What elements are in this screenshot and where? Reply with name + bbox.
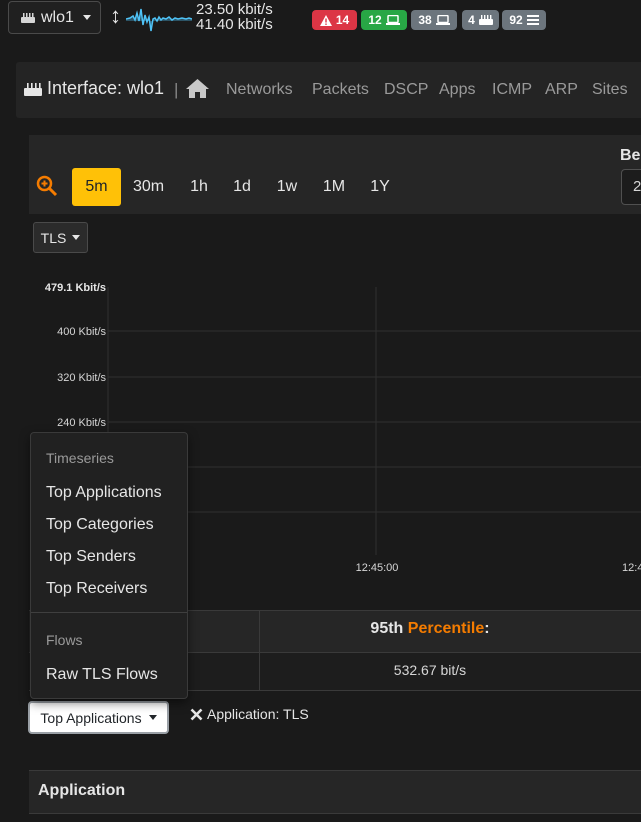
router-icon [21, 12, 35, 23]
alerts-count: 14 [335, 13, 350, 27]
menu-divider [31, 612, 187, 613]
menu-item-top-categories[interactable]: Top Categories [46, 516, 154, 534]
y-tick-label: 400 Kbit/s [57, 326, 106, 338]
chevron-down-icon [148, 715, 157, 720]
top-applications-label: Top Applications [40, 709, 142, 726]
laptop-icon [435, 15, 450, 25]
begin-label: Be [620, 147, 641, 164]
list-icon [526, 15, 539, 25]
application-column-header[interactable]: Application [38, 782, 125, 800]
begin-date-input[interactable]: 2 [621, 169, 641, 205]
menu-header-flows: Flows [46, 632, 83, 648]
percentile-accent: Percentile [407, 620, 485, 637]
timeframe-1w[interactable]: 1w [268, 168, 306, 206]
traffic-sparkline [126, 8, 192, 32]
timeframe-30m[interactable]: 30m [125, 168, 172, 206]
application-filter-tag[interactable]: Application: TLS [190, 706, 309, 722]
percentile-heading: 95th Percentile: [260, 620, 600, 638]
zoom-icon[interactable] [36, 175, 58, 197]
local-hosts-count: 12 [368, 13, 382, 27]
menu-item-top-senders[interactable]: Top Senders [46, 548, 136, 566]
top-applications-dropdown-button[interactable]: Top Applications [28, 701, 169, 734]
remote-hosts-count: 38 [418, 13, 432, 27]
page-title-text: Interface: wlo1 [47, 78, 165, 98]
alerts-badge[interactable]: 14 [312, 10, 357, 30]
up-down-arrow-icon: ↕ [110, 3, 121, 28]
y-tick-label: 240 Kbit/s [57, 417, 106, 429]
interface-dropdown-button[interactable]: wlo1 [8, 1, 101, 34]
interface-name: wlo1 [41, 8, 74, 26]
percentile-value: 532.67 bit/s [393, 662, 467, 678]
local-hosts-badge[interactable]: 12 [361, 10, 407, 30]
flows-count: 92 [509, 13, 523, 27]
timeframe-5m[interactable]: 5m [72, 168, 121, 206]
x-tick-label: 12:4 [622, 562, 641, 574]
nav-separator: | [174, 80, 179, 99]
nav-sites[interactable]: Sites [592, 81, 628, 99]
nav-apps[interactable]: Apps [439, 81, 475, 99]
home-icon[interactable] [185, 78, 210, 99]
close-icon[interactable] [190, 708, 203, 721]
timeframe-1d[interactable]: 1d [224, 168, 260, 206]
rate-up: 23.50 kbit/s [196, 1, 273, 18]
y-tick-label: 320 Kbit/s [57, 372, 106, 384]
timeframe-1M[interactable]: 1M [314, 168, 354, 206]
nav-dscp[interactable]: DSCP [384, 81, 428, 99]
application-filter-label: Application: TLS [207, 706, 309, 722]
router-icon [24, 82, 42, 96]
metric-label: TLS [40, 229, 67, 246]
chevron-down-icon [82, 15, 91, 20]
x-tick-label: 12:45:00 [356, 562, 399, 574]
remote-hosts-badge[interactable]: 38 [411, 10, 457, 30]
nav-arp[interactable]: ARP [545, 81, 578, 99]
nav-packets[interactable]: Packets [312, 81, 369, 99]
nav-networks[interactable]: Networks [226, 81, 293, 99]
percentile-prefix: 95th [370, 620, 408, 637]
percentile-suffix: : [484, 620, 490, 637]
devices-badge[interactable]: 4 [462, 10, 499, 30]
timeframe-1h[interactable]: 1h [180, 168, 218, 206]
menu-item-top-applications[interactable]: Top Applications [46, 484, 162, 502]
router-icon [478, 15, 493, 25]
rate-down: 41.40 kbit/s [196, 16, 273, 33]
flows-badge[interactable]: 92 [502, 10, 546, 30]
traffic-rates: 23.50 kbit/s 41.40 kbit/s [196, 2, 273, 32]
menu-item-raw-tls-flows[interactable]: Raw TLS Flows [46, 666, 158, 684]
laptop-icon [385, 15, 400, 25]
timeframe-1Y[interactable]: 1Y [362, 168, 398, 206]
menu-header-timeseries: Timeseries [46, 450, 114, 466]
y-tick-label: 479.1 Kbit/s [45, 282, 106, 294]
menu-item-top-receivers[interactable]: Top Receivers [46, 580, 147, 598]
warning-icon [319, 14, 332, 26]
nav-icmp[interactable]: ICMP [492, 81, 532, 99]
chevron-down-icon [72, 235, 81, 240]
page-title: Interface: wlo1 [24, 78, 164, 99]
devices-count: 4 [468, 13, 475, 27]
metric-dropdown-button[interactable]: TLS [33, 222, 88, 253]
